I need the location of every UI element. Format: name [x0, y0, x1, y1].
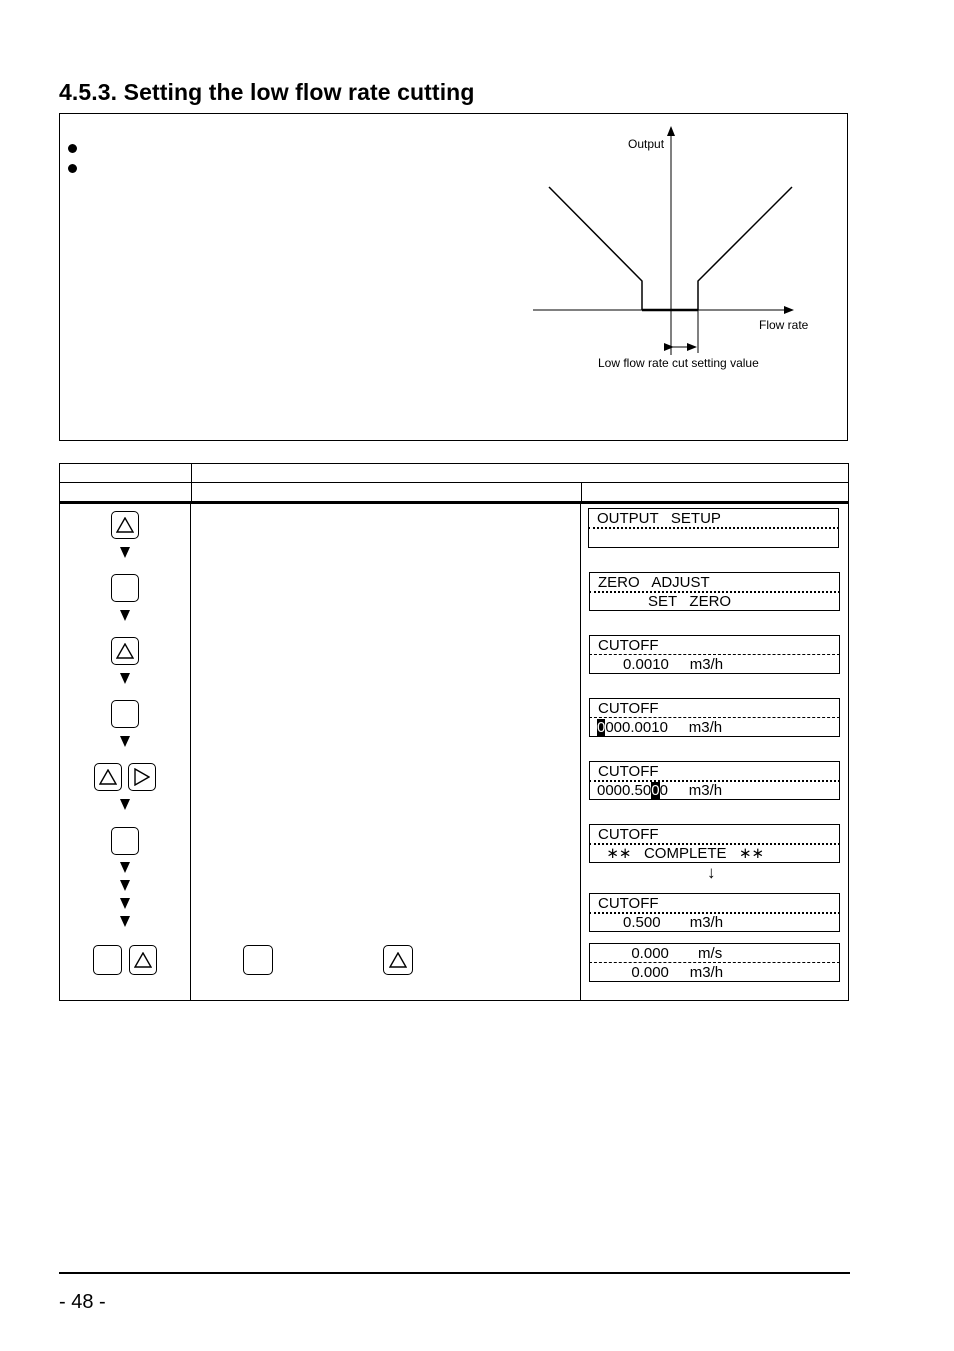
- up-triangle-icon: [116, 643, 134, 659]
- down-arrow-icon: [120, 898, 130, 909]
- inline-up-key-icon: [383, 945, 413, 975]
- next-screen-arrow: ↓: [707, 863, 716, 882]
- lcd-line-2: [589, 528, 838, 547]
- lcd-display: CUTOFF 0000.0010 m3/h: [589, 698, 840, 737]
- up-key-button[interactable]: [111, 637, 139, 665]
- down-arrow-icon: [120, 610, 130, 621]
- lcd-line-2: SET ZERO: [598, 593, 732, 610]
- lcd-line-1: CUTOFF: [598, 637, 659, 654]
- inline-enter-key-icon: [243, 945, 273, 975]
- down-arrow-icon: [120, 736, 130, 747]
- lcd-line-2: 0000.0010 m3/h: [597, 719, 723, 736]
- down-arrow-icon: [120, 673, 130, 684]
- enter-key-button[interactable]: [111, 827, 139, 855]
- up-triangle-icon: [99, 769, 117, 785]
- lcd-line-1: CUTOFF: [598, 895, 659, 912]
- table-header-row-2: [59, 482, 849, 502]
- lcd-line-1: CUTOFF: [598, 700, 659, 717]
- up-key-button[interactable]: [111, 511, 139, 539]
- section-title: 4.5.3. Setting the low flow rate cutting: [59, 79, 475, 105]
- y-axis-label: Output: [628, 137, 665, 151]
- lcd-display: ZERO ADJUST SET ZERO: [589, 572, 840, 611]
- lcd-line-1: 0.000 m/s: [598, 945, 723, 962]
- bullet-icon: [68, 164, 77, 173]
- lcd-display: CUTOFF 0.0010 m3/h: [589, 635, 840, 674]
- lcd-display: OUTPUT SETUP: [588, 508, 839, 548]
- lcd-line-1: CUTOFF: [598, 763, 659, 780]
- lcd-line-2: 0.500 m3/h: [598, 914, 724, 931]
- down-arrow-icon: [120, 862, 130, 873]
- enter-key-button[interactable]: [111, 574, 139, 602]
- low-flow-cut-diagram: Output Flow rate Low flow rate cut setti…: [520, 115, 840, 385]
- diagram-graphics: [533, 126, 794, 355]
- down-arrow-icon: [120, 916, 130, 927]
- lcd-display: 0.000 m/s 0.000 m3/h: [589, 943, 840, 982]
- lcd-line-2: 0.000 m3/h: [598, 964, 724, 981]
- enter-key-button[interactable]: [111, 700, 139, 728]
- lcd-line-1: CUTOFF: [598, 826, 659, 843]
- lcd-display: CUTOFF 0000.5000 m3/h: [589, 761, 840, 800]
- up-key-button[interactable]: [94, 763, 122, 791]
- output-curve-left: [548, 186, 643, 310]
- right-key-button[interactable]: [128, 763, 156, 791]
- up-triangle-icon: [116, 517, 134, 533]
- page-number: - 48 -: [59, 1291, 106, 1313]
- down-arrow-icon: [120, 799, 130, 810]
- lcd-line-1: OUTPUT SETUP: [597, 510, 721, 527]
- output-curve-right: [697, 186, 793, 310]
- right-triangle-icon: [134, 768, 150, 786]
- x-axis-label: Flow rate: [759, 318, 809, 332]
- edit-cursor: 0: [651, 782, 660, 799]
- enter-key-button[interactable]: [93, 945, 122, 975]
- bullet-icon: [68, 144, 77, 153]
- lcd-line-2: 0.0010 m3/h: [598, 656, 724, 673]
- lcd-line-2: ∗∗ COMPLETE ∗∗: [598, 845, 765, 862]
- down-arrow-icon: [120, 880, 130, 891]
- up-triangle-icon: [389, 952, 407, 968]
- table-header-row-1: [59, 463, 849, 483]
- lcd-line-1: ZERO ADJUST: [598, 574, 710, 591]
- lcd-display: CUTOFF 0.500 m3/h: [589, 893, 840, 932]
- table-body: OUTPUT SETUP ZERO ADJUST SET ZERO CUTOFF…: [59, 502, 849, 1001]
- up-triangle-icon: [134, 952, 152, 968]
- lcd-display: CUTOFF ∗∗ COMPLETE ∗∗: [589, 824, 840, 863]
- footer-rule: [59, 1272, 850, 1274]
- down-arrow-icon: [120, 547, 130, 558]
- lcd-line-2: 0000.5000 m3/h: [597, 782, 723, 799]
- cut-value-annotation: Low flow rate cut setting value: [598, 356, 759, 370]
- up-key-button[interactable]: [129, 945, 157, 975]
